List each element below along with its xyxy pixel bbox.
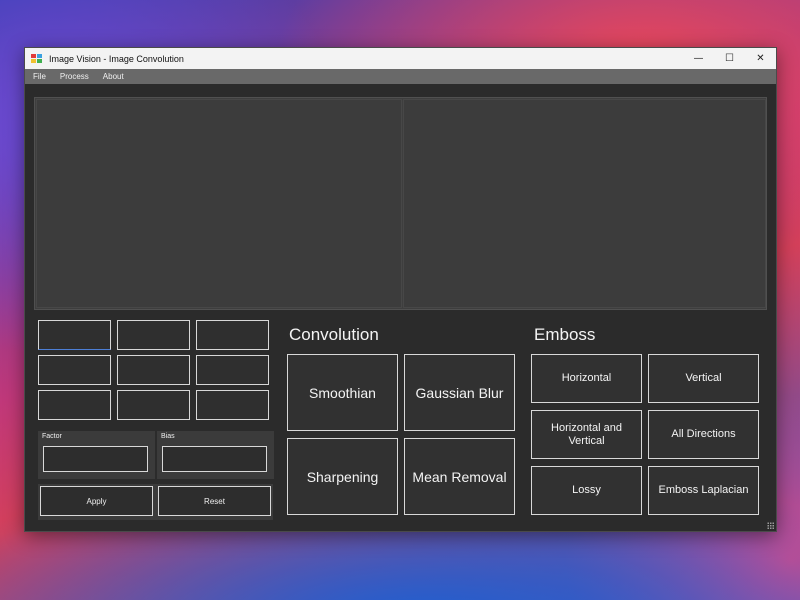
close-button[interactable]: ✕: [745, 48, 776, 69]
emboss-heading: Emboss: [534, 325, 596, 344]
reset-button[interactable]: Reset: [158, 486, 271, 516]
minimize-button[interactable]: —: [683, 48, 714, 69]
action-group: Apply Reset: [38, 484, 273, 520]
emboss-horizontal-button[interactable]: Horizontal: [531, 354, 642, 403]
kernel-cell-1-1[interactable]: [38, 320, 111, 350]
emboss-laplacian-button[interactable]: Emboss Laplacian: [648, 466, 759, 515]
menu-about[interactable]: About: [95, 72, 130, 81]
factor-input[interactable]: [43, 446, 148, 472]
app-icon: [31, 53, 43, 64]
kernel-cell-1-3[interactable]: [196, 320, 269, 350]
kernel-cell-2-2[interactable]: [117, 355, 190, 385]
bias-input[interactable]: [162, 446, 267, 472]
window-title: Image Vision - Image Convolution: [49, 53, 184, 64]
factor-group: Factor: [38, 431, 155, 479]
bias-group: Bias: [157, 431, 274, 479]
maximize-button[interactable]: ☐: [714, 48, 745, 69]
apply-button[interactable]: Apply: [40, 486, 153, 516]
bias-label: Bias: [161, 433, 175, 440]
kernel-cell-2-1[interactable]: [38, 355, 111, 385]
kernel-cell-2-3[interactable]: [196, 355, 269, 385]
resize-grip-icon[interactable]: [767, 522, 774, 529]
menu-bar: File Process About: [25, 69, 776, 84]
smoothian-button[interactable]: Smoothian: [287, 354, 398, 431]
result-image-box: [403, 99, 766, 308]
source-image-box: [36, 99, 402, 308]
kernel-matrix-grid: [38, 320, 273, 425]
title-bar[interactable]: Image Vision - Image Convolution — ☐ ✕: [25, 48, 776, 69]
image-panels: [34, 97, 767, 310]
kernel-cell-3-1[interactable]: [38, 390, 111, 420]
emboss-lossy-button[interactable]: Lossy: [531, 466, 642, 515]
mean-removal-button[interactable]: Mean Removal: [404, 438, 515, 515]
menu-file[interactable]: File: [25, 72, 52, 81]
emboss-horizontal-vertical-button[interactable]: Horizontal and Vertical: [531, 410, 642, 459]
factor-label: Factor: [42, 433, 62, 440]
emboss-all-directions-button[interactable]: All Directions: [648, 410, 759, 459]
kernel-cell-3-2[interactable]: [117, 390, 190, 420]
app-window: Image Vision - Image Convolution — ☐ ✕ F…: [24, 47, 777, 532]
kernel-cell-3-3[interactable]: [196, 390, 269, 420]
kernel-cell-1-2[interactable]: [117, 320, 190, 350]
convolution-heading: Convolution: [289, 325, 379, 344]
menu-process[interactable]: Process: [52, 72, 95, 81]
emboss-vertical-button[interactable]: Vertical: [648, 354, 759, 403]
sharpening-button[interactable]: Sharpening: [287, 438, 398, 515]
gaussian-blur-button[interactable]: Gaussian Blur: [404, 354, 515, 431]
